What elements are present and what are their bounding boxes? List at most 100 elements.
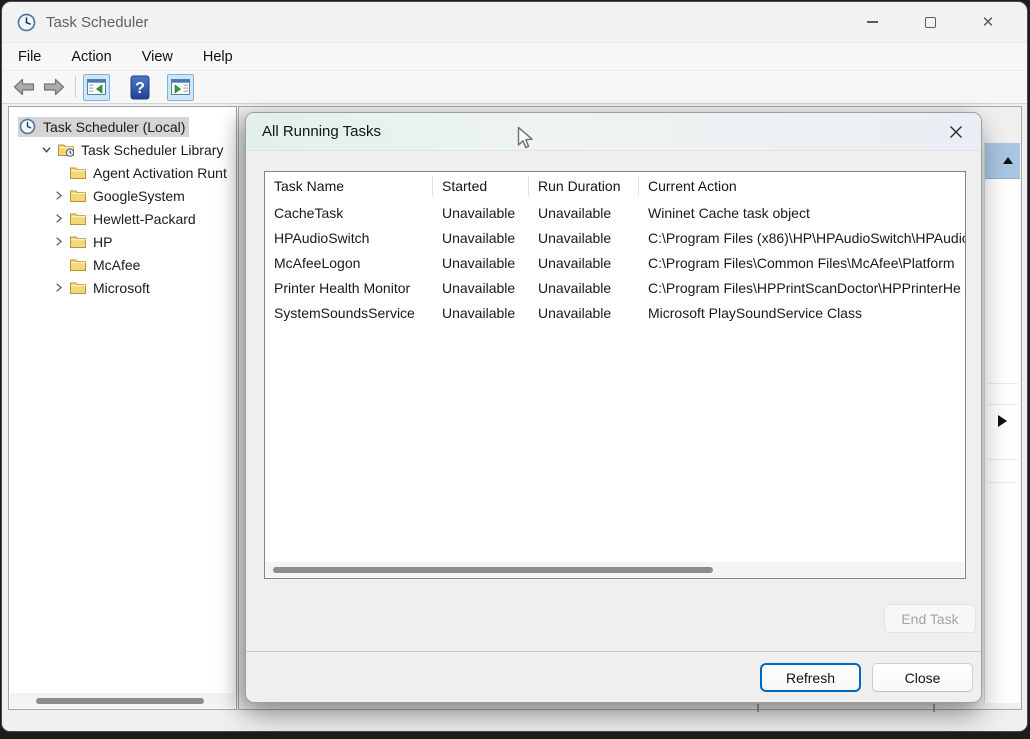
show-action-pane-button[interactable] (167, 74, 194, 101)
forward-button[interactable] (40, 74, 68, 101)
table-cell: Unavailable (433, 305, 529, 321)
list-scrollbar-thumb[interactable] (273, 567, 713, 574)
minimize-icon (867, 21, 878, 22)
menu-view[interactable]: View (142, 49, 173, 65)
column-header-task-name[interactable]: Task Name (265, 176, 433, 196)
scheduler-clock-icon (19, 119, 38, 135)
tree-item-content: McAfee (68, 255, 144, 275)
svg-text:?: ? (135, 80, 145, 97)
table-row[interactable]: SystemSoundsServiceUnavailableUnavailabl… (265, 300, 965, 325)
close-icon: ✕ (982, 15, 995, 30)
chevron-right-icon (52, 235, 65, 248)
tree-item-content: HP (68, 232, 116, 252)
folder-icon (69, 234, 87, 249)
chevron-placeholder (48, 258, 68, 272)
folder-icon (69, 188, 87, 203)
tree-item-task-scheduler-library[interactable]: Task Scheduler Library (9, 138, 236, 161)
tree-horizontal-scrollbar[interactable] (10, 693, 235, 708)
folder-icon (69, 280, 87, 295)
chevron-down-icon (40, 143, 53, 156)
tree-item-content: Task Scheduler (Local) (18, 117, 189, 137)
console-tree-icon (87, 79, 106, 95)
tree-item-hp[interactable]: HP (9, 230, 236, 253)
table-row[interactable]: CacheTaskUnavailableUnavailableWininet C… (265, 200, 965, 225)
folder-clock-icon (57, 142, 76, 158)
refresh-button[interactable]: Refresh (760, 663, 861, 692)
table-cell: C:\Program Files (x86)\HP\HPAudioSwitch\… (639, 230, 965, 246)
help-icon: ? (130, 75, 150, 100)
tree-scrollbar-thumb[interactable] (36, 698, 204, 704)
tree-item-mcafee[interactable]: McAfee (9, 253, 236, 276)
tree-item-content: Agent Activation Runt (68, 163, 231, 183)
strip-divider (987, 459, 1018, 460)
dialog-titlebar: All Running Tasks (246, 113, 981, 151)
chevron-down-icon[interactable] (36, 143, 56, 157)
tree-item-label: GoogleSystem (93, 188, 185, 204)
column-header-run-duration[interactable]: Run Duration (529, 176, 639, 196)
menu-file[interactable]: File (18, 49, 41, 65)
chevron-right-icon[interactable] (48, 281, 68, 295)
chevron-right-icon[interactable] (48, 212, 68, 226)
strip-divider (987, 404, 1018, 405)
column-header-started[interactable]: Started (433, 176, 529, 196)
running-tasks-list: Task Name Started Run Duration Current A… (264, 171, 966, 579)
list-header: Task Name Started Run Duration Current A… (265, 172, 965, 200)
pane-edge-tick (933, 704, 935, 712)
chevron-right-icon (52, 281, 65, 294)
tree-item-microsoft[interactable]: Microsoft (9, 276, 236, 299)
chevron-right-icon (52, 189, 65, 202)
folder-icon (69, 257, 88, 273)
dialog-close-button[interactable] (945, 121, 967, 143)
expand-right-icon[interactable] (998, 415, 1007, 427)
folder-icon (69, 257, 87, 272)
actions-pane-sliver (984, 143, 1020, 703)
chevron-right-icon[interactable] (48, 235, 68, 249)
tree-item-label: HP (93, 234, 112, 250)
pane-edge-tick (757, 704, 759, 712)
folder-icon (69, 280, 88, 296)
tree-item-task-scheduler-local-[interactable]: Task Scheduler (Local) (9, 115, 236, 138)
end-task-button[interactable]: End Task (884, 604, 976, 633)
chevron-right-icon[interactable] (48, 189, 68, 203)
strip-divider (987, 383, 1018, 384)
table-cell: Unavailable (433, 280, 529, 296)
menu-action[interactable]: Action (71, 49, 111, 65)
scroll-up-button[interactable] (985, 143, 1020, 179)
table-cell: SystemSoundsService (265, 305, 433, 321)
task-table-body: CacheTaskUnavailableUnavailableWininet C… (265, 200, 965, 325)
all-running-tasks-dialog: All Running Tasks Task Name Started Run … (245, 112, 982, 703)
table-cell: Wininet Cache task object (639, 205, 965, 221)
tree-item-googlesystem[interactable]: GoogleSystem (9, 184, 236, 207)
table-row[interactable]: Printer Health MonitorUnavailableUnavail… (265, 275, 965, 300)
maximize-button[interactable] (901, 2, 959, 42)
tree-item-content: Task Scheduler Library (56, 140, 227, 160)
help-button[interactable]: ? (126, 74, 154, 101)
tree-item-agent-activation-runt[interactable]: Agent Activation Runt (9, 161, 236, 184)
menu-help[interactable]: Help (203, 49, 233, 65)
dialog-separator (246, 651, 981, 652)
folder-icon (69, 165, 88, 181)
dialog-close-action-button[interactable]: Close (872, 663, 973, 692)
tree-item-hewlett-packard[interactable]: Hewlett-Packard (9, 207, 236, 230)
table-cell: Unavailable (433, 230, 529, 246)
tree-item-content: Microsoft (68, 278, 154, 298)
back-button[interactable] (10, 74, 38, 101)
chevron-right-icon (52, 212, 65, 225)
column-header-current-action[interactable]: Current Action (639, 176, 965, 196)
menubar: File Action View Help (2, 42, 1027, 71)
table-row[interactable]: McAfeeLogonUnavailableUnavailableC:\Prog… (265, 250, 965, 275)
table-row[interactable]: HPAudioSwitchUnavailableUnavailableC:\Pr… (265, 225, 965, 250)
table-cell: Unavailable (529, 305, 639, 321)
list-horizontal-scrollbar[interactable] (266, 562, 964, 577)
minimize-button[interactable] (843, 2, 901, 42)
tree-item-label: Task Scheduler (Local) (43, 119, 185, 135)
close-button[interactable]: ✕ (959, 2, 1017, 42)
table-cell: HPAudioSwitch (265, 230, 433, 246)
dialog-title: All Running Tasks (262, 123, 381, 140)
show-console-tree-button[interactable] (83, 74, 110, 101)
tree-item-label: Microsoft (93, 280, 150, 296)
tree-item-label: McAfee (93, 257, 140, 273)
table-cell: Unavailable (433, 205, 529, 221)
folder-icon (69, 211, 87, 226)
tree-item-content: GoogleSystem (68, 186, 189, 206)
